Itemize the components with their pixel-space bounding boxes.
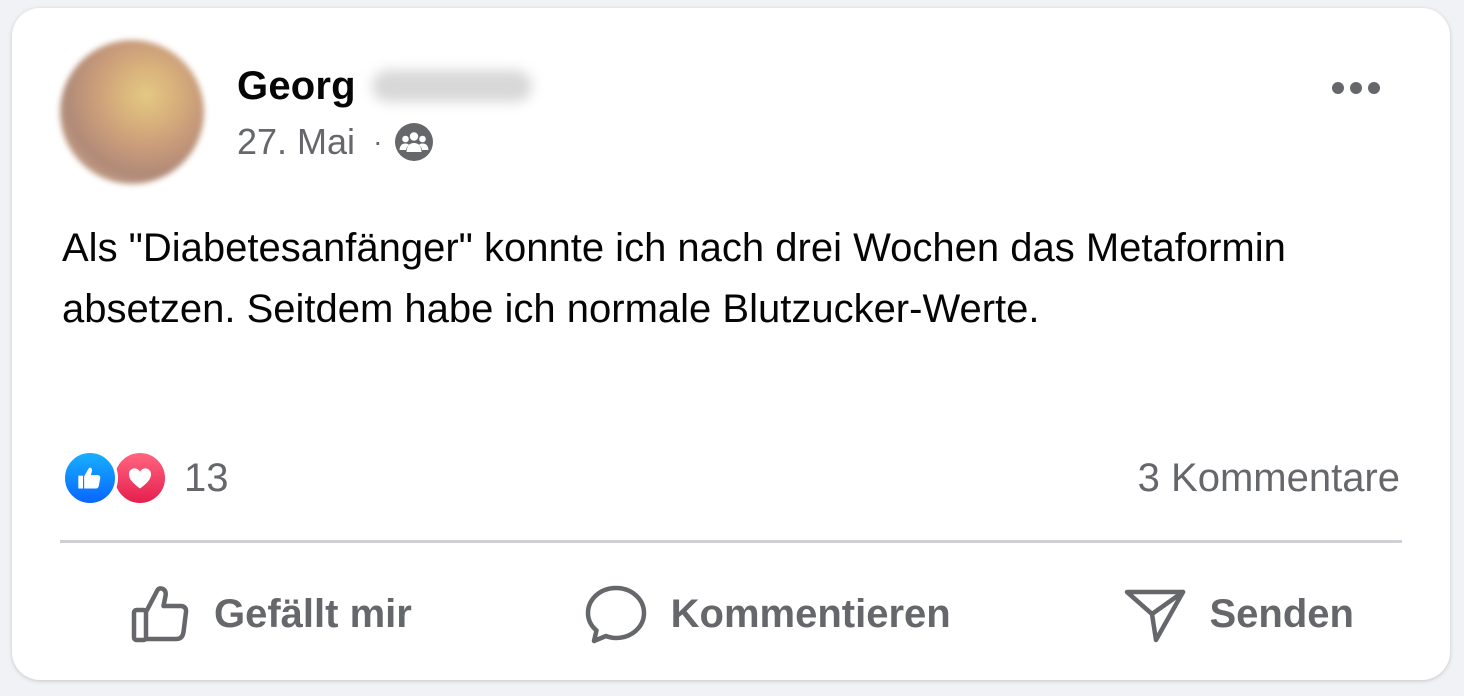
post-date[interactable]: 27. Mai — [237, 121, 355, 163]
comments-count-link[interactable]: 3 Kommentare — [1138, 450, 1400, 506]
post-author: Georg — [237, 62, 532, 110]
post-card: Georg 27. Mai · Als "Diabetesanfänger" k… — [12, 8, 1450, 680]
send-button-label: Senden — [1209, 591, 1354, 636]
more-options-button[interactable] — [1328, 70, 1384, 106]
comment-button-label: Kommentieren — [670, 591, 951, 636]
reactions-summary[interactable]: 13 — [62, 448, 229, 508]
more-horizontal-icon — [1332, 82, 1344, 94]
like-button[interactable]: Gefällt mir — [80, 574, 460, 654]
thumbs-up-icon — [131, 586, 189, 643]
more-horizontal-icon — [1368, 82, 1380, 94]
post-actions: Gefällt mir Kommentieren Senden — [60, 558, 1402, 670]
comment-button[interactable]: Kommentieren — [535, 574, 999, 654]
author-name[interactable]: Georg — [237, 64, 356, 109]
divider — [60, 540, 1402, 543]
group-icon[interactable] — [394, 122, 434, 162]
comment-bubble-icon — [585, 585, 646, 644]
love-icon — [112, 450, 168, 506]
send-button[interactable]: Senden — [1074, 574, 1402, 654]
avatar[interactable] — [60, 40, 204, 184]
send-icon — [1124, 589, 1185, 643]
more-horizontal-icon — [1350, 82, 1362, 94]
like-icon — [62, 450, 118, 506]
post-meta: 27. Mai · — [237, 118, 434, 166]
meta-separator: · — [373, 126, 383, 157]
author-surname-redacted — [371, 70, 532, 102]
like-button-label: Gefällt mir — [214, 591, 412, 636]
post-text: Als "Diabetesanfänger" konnte ich nach d… — [62, 226, 1286, 331]
reaction-count: 13 — [184, 455, 229, 500]
